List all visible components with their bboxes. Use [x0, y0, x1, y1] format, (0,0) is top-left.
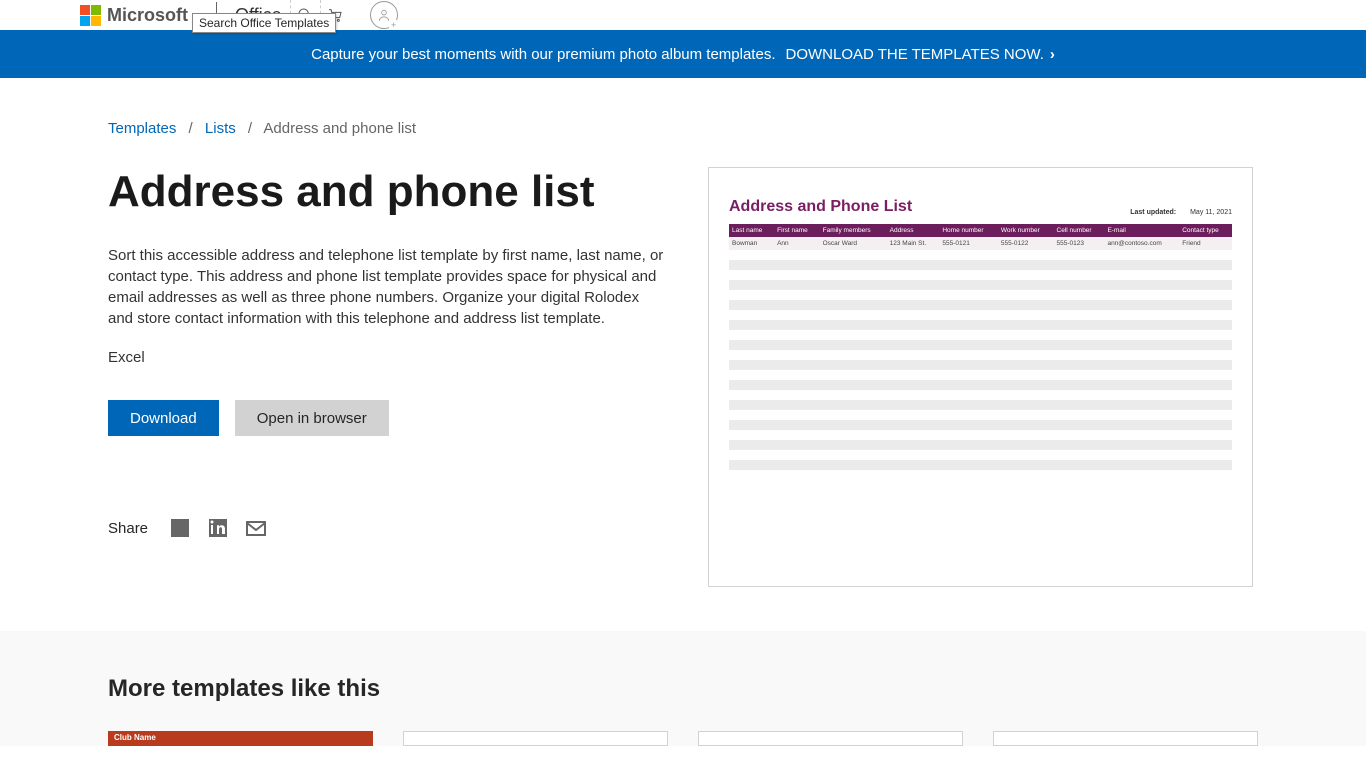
app-label: Excel: [108, 349, 668, 366]
breadcrumb-separator: /: [189, 120, 193, 137]
table-row: [729, 430, 1232, 440]
template-card[interactable]: [993, 731, 1258, 746]
template-preview: Address and Phone List Last updated: May…: [708, 167, 1253, 587]
table-row: [729, 250, 1232, 260]
more-templates-title: More templates like this: [108, 675, 1258, 703]
table-row: [729, 400, 1232, 410]
table-row: [729, 440, 1232, 450]
table-row: [729, 370, 1232, 380]
template-card[interactable]: [403, 731, 668, 746]
breadcrumb: Templates / Lists / Address and phone li…: [108, 78, 1258, 167]
preview-table: Last name First name Family members Addr…: [729, 224, 1232, 470]
preview-updated-value: May 11, 2021: [1190, 209, 1232, 216]
table-row: [729, 380, 1232, 390]
col-family: Family members: [820, 224, 887, 237]
table-row: [729, 410, 1232, 420]
promo-banner: Capture your best moments with our premi…: [0, 30, 1366, 78]
col-address: Address: [887, 224, 940, 237]
page-title: Address and phone list: [108, 167, 668, 217]
template-description: Sort this accessible address and telepho…: [108, 245, 668, 329]
account-signin-icon[interactable]: +: [370, 1, 398, 29]
col-cell: Cell number: [1054, 224, 1105, 237]
table-row: [729, 460, 1232, 470]
table-row: [729, 390, 1232, 400]
search-tooltip: Search Office Templates: [192, 13, 336, 33]
template-card[interactable]: [698, 731, 963, 746]
table-row: [729, 420, 1232, 430]
linkedin-icon[interactable]: [206, 516, 230, 540]
chevron-right-icon: ›: [1050, 46, 1055, 63]
preview-updated-label: Last updated:: [1130, 209, 1176, 216]
microsoft-logo[interactable]: Microsoft: [80, 5, 188, 26]
col-type: Contact type: [1179, 224, 1232, 237]
email-icon[interactable]: [244, 516, 268, 540]
top-header: Microsoft Office + Search Office Templat…: [0, 0, 1366, 30]
col-work: Work number: [998, 224, 1054, 237]
facebook-icon[interactable]: [168, 516, 192, 540]
preview-title: Address and Phone List: [729, 198, 912, 216]
col-email: E-mail: [1104, 224, 1179, 237]
microsoft-brand-text: Microsoft: [107, 5, 188, 26]
table-row: [729, 450, 1232, 460]
template-card-label: Club Name: [114, 733, 156, 742]
promo-banner-text: Capture your best moments with our premi…: [311, 46, 775, 63]
table-row: [729, 280, 1232, 290]
preview-updated: Last updated: May 11, 2021: [1130, 209, 1232, 216]
share-label: Share: [108, 520, 148, 537]
microsoft-logo-icon: [80, 5, 101, 26]
table-row: [729, 270, 1232, 280]
table-row: [729, 290, 1232, 300]
template-card[interactable]: Club Name: [108, 731, 373, 746]
breadcrumb-lists[interactable]: Lists: [205, 120, 236, 137]
table-row: [729, 260, 1232, 270]
col-lastname: Last name: [729, 224, 774, 237]
col-firstname: First name: [774, 224, 820, 237]
breadcrumb-separator: /: [248, 120, 252, 137]
table-row: [729, 330, 1232, 340]
download-button[interactable]: Download: [108, 400, 219, 436]
table-row: [729, 340, 1232, 350]
breadcrumb-current: Address and phone list: [263, 120, 416, 137]
breadcrumb-templates[interactable]: Templates: [108, 120, 176, 137]
table-row: [729, 350, 1232, 360]
promo-banner-link-text: DOWNLOAD THE TEMPLATES NOW.: [786, 46, 1044, 63]
table-row: [729, 300, 1232, 310]
promo-banner-link[interactable]: DOWNLOAD THE TEMPLATES NOW. ›: [786, 46, 1055, 63]
open-in-browser-button[interactable]: Open in browser: [235, 400, 389, 436]
table-row: [729, 320, 1232, 330]
col-home: Home number: [939, 224, 998, 237]
more-templates-section: More templates like this Club Name: [0, 631, 1366, 746]
table-row: [729, 310, 1232, 320]
table-row: Bowman Ann Oscar Ward 123 Main St. 555-0…: [729, 237, 1232, 250]
table-row: [729, 360, 1232, 370]
